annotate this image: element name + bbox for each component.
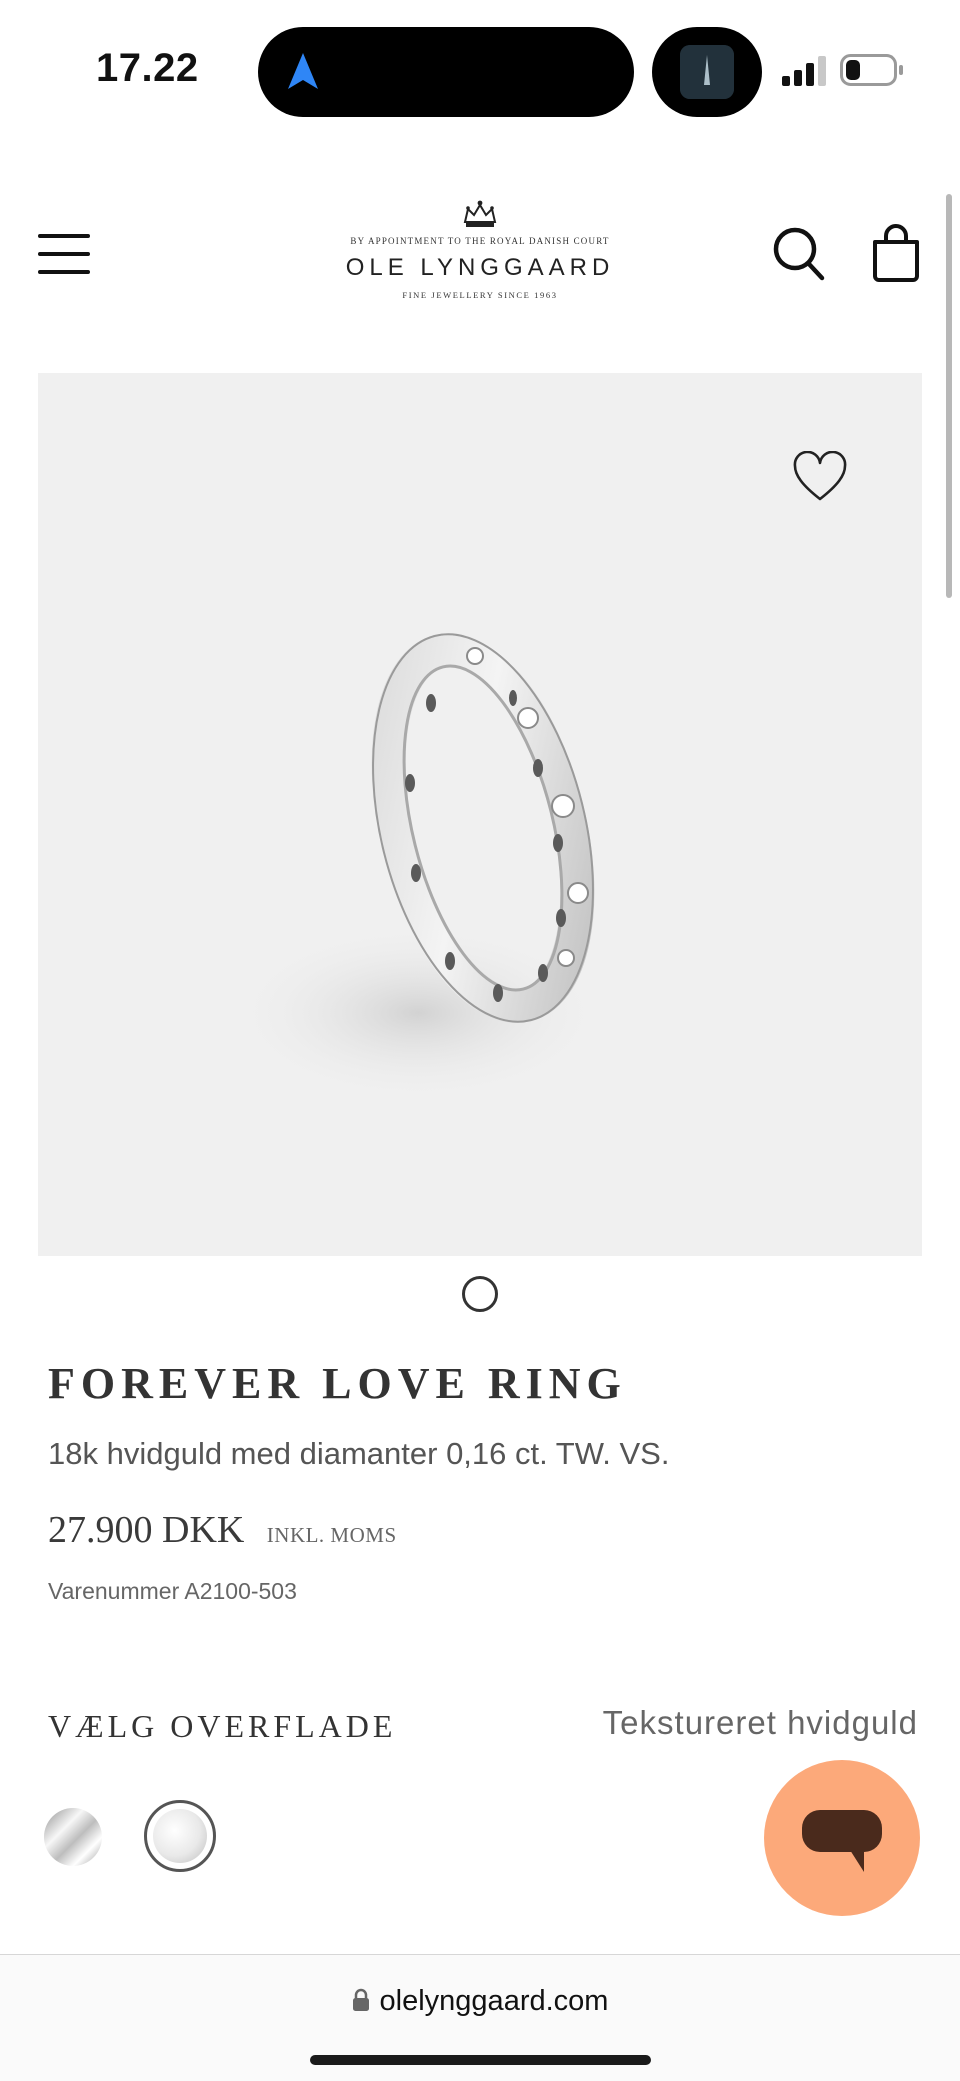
- hamburger-menu-icon-line: [38, 252, 90, 256]
- ring-photo: [228, 633, 608, 1103]
- price-row: 27.900 DKK INKL. MOMS: [48, 1508, 397, 1552]
- chat-bubble-icon: [802, 1810, 882, 1872]
- browser-address-bar: olelynggaard.com: [0, 1954, 960, 2081]
- finish-swatch-textured[interactable]: [144, 1800, 216, 1872]
- hamburger-menu-icon-line: [38, 234, 90, 238]
- product-title: FOREVER LOVE RING: [48, 1359, 627, 1408]
- dynamic-island-media[interactable]: [652, 27, 762, 117]
- url-field[interactable]: olelynggaard.com: [0, 1985, 960, 2018]
- product-description: 18k hvidguld med diamanter 0,16 ct. TW. …: [48, 1436, 670, 1471]
- dynamic-island-navigation[interactable]: [258, 27, 634, 117]
- cellular-signal-icon: [782, 56, 826, 86]
- product-image[interactable]: [38, 373, 922, 1256]
- url-text: olelynggaard.com: [379, 1985, 609, 2017]
- wishlist-button[interactable]: [792, 450, 848, 503]
- crown-icon: [463, 200, 497, 227]
- status-time: 17.22: [96, 46, 199, 90]
- navigation-arrow-icon: [288, 53, 318, 89]
- vat-note: INKL. MOMS: [266, 1523, 397, 1547]
- search-icon: [773, 227, 825, 281]
- logo-wordmark: OLE LYNGGAARD: [345, 254, 615, 281]
- lock-icon: [352, 1988, 369, 2011]
- battery-icon: [840, 54, 903, 86]
- finish-swatch-polished[interactable]: [44, 1808, 102, 1866]
- product-price: 27.900 DKK: [48, 1509, 245, 1551]
- status-bar: 17.22: [0, 0, 960, 130]
- textured-swatch-fill: [153, 1809, 207, 1863]
- site-header: BY APPOINTMENT TO THE ROYAL DANISH COURT…: [0, 190, 960, 320]
- media-thumbnail-icon: [680, 45, 734, 99]
- brand-logo[interactable]: BY APPOINTMENT TO THE ROYAL DANISH COURT…: [330, 200, 630, 310]
- hamburger-menu-icon-line: [38, 270, 90, 274]
- product-sku: Varenummer A2100-503: [48, 1578, 297, 1604]
- shopping-bag-button[interactable]: [870, 224, 922, 282]
- heart-icon: [793, 450, 847, 501]
- selected-finish: Tekstureret hvidguld: [602, 1704, 918, 1741]
- search-button[interactable]: [772, 226, 826, 282]
- menu-button[interactable]: [38, 234, 90, 274]
- logo-tagline: FINE JEWELLERY SINCE 1963: [402, 290, 558, 300]
- chat-button[interactable]: [764, 1760, 920, 1916]
- finish-label: VÆLG OVERFLADE: [48, 1708, 397, 1744]
- page-scrollbar[interactable]: [946, 194, 952, 598]
- home-indicator[interactable]: [310, 2055, 651, 2065]
- logo-appointment-text: BY APPOINTMENT TO THE ROYAL DANISH COURT: [350, 236, 610, 246]
- shopping-bag-icon: [873, 224, 919, 282]
- carousel-indicator-dot[interactable]: [462, 1276, 498, 1312]
